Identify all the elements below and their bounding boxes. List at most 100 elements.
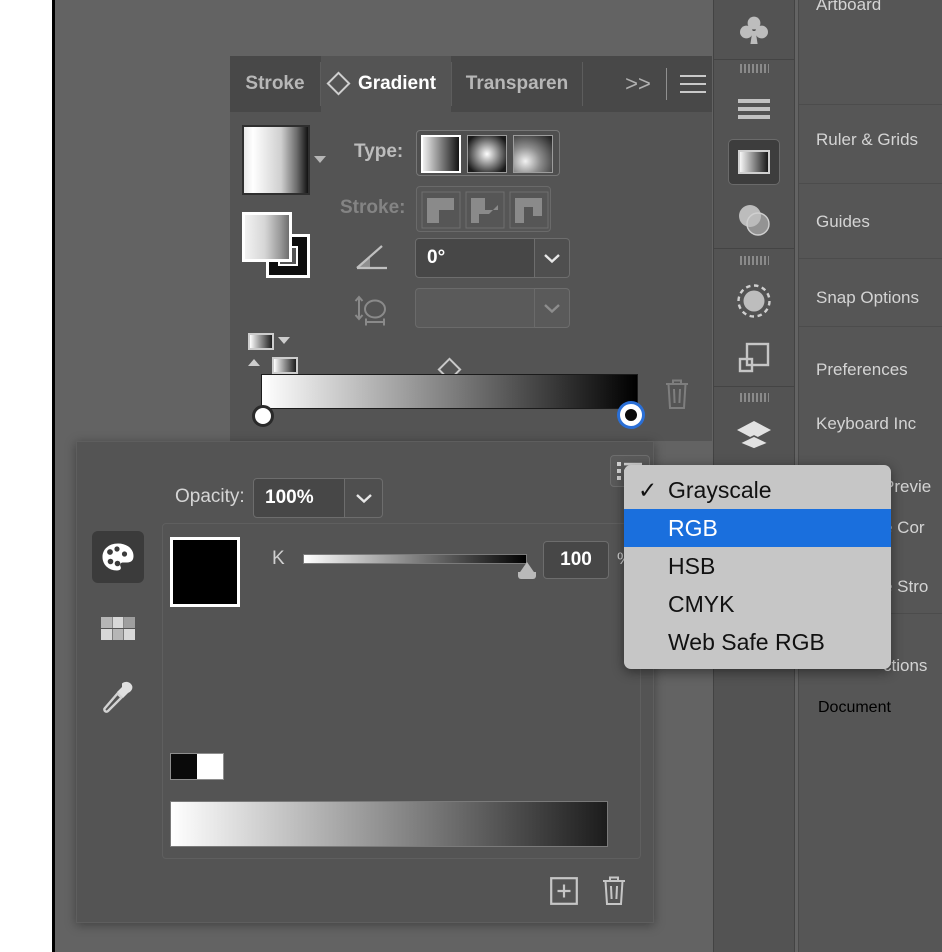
palette-icon [102, 543, 134, 571]
rail-separator [714, 386, 794, 387]
menu-separator [799, 258, 942, 259]
type-radial-option[interactable] [467, 135, 507, 173]
artboard-canvas [0, 0, 52, 952]
symbols-panel-button[interactable] [728, 8, 780, 54]
aspect-ratio-icon [354, 295, 386, 326]
fill-indicator-box[interactable] [242, 212, 292, 262]
gradient-panel: Stroke Gradient Transparen >> Type: Stro… [230, 56, 712, 441]
channel-value-k[interactable]: 100 [543, 541, 609, 579]
trash-icon[interactable] [662, 377, 692, 411]
aspect-ratio-dropdown-button[interactable] [535, 288, 570, 328]
tab-transparency[interactable]: Transparen [452, 56, 582, 112]
type-linear-option[interactable] [421, 135, 461, 173]
layers-panel-button[interactable] [728, 412, 780, 458]
checkmark-icon: ✓ [638, 476, 658, 503]
menu-item-hsb[interactable]: HSB [624, 547, 891, 585]
dashed-circle-icon [737, 284, 771, 318]
color-mode-dropdown-menu[interactable]: ✓ Grayscale RGB HSB CMYK Web Safe RGB [624, 465, 891, 669]
menu-item-grayscale[interactable]: ✓ Grayscale [624, 471, 891, 509]
eyedropper-icon [103, 681, 133, 713]
white-swatch[interactable] [197, 754, 223, 779]
menu-row-preferences[interactable]: Preferences [799, 353, 942, 387]
tab-stroke[interactable]: Stroke [230, 56, 320, 112]
active-color-swatch[interactable] [170, 537, 240, 607]
panel-overflow-button[interactable]: >> [608, 56, 668, 112]
layers-stack-icon [737, 421, 771, 450]
gradient-stop-end[interactable] [620, 404, 642, 426]
menu-item-label: RGB [668, 514, 718, 541]
menu-separator [799, 104, 942, 105]
menu-item-label: Web Safe RGB [668, 628, 825, 655]
menu-item-web-safe-rgb[interactable]: Web Safe RGB [624, 623, 891, 661]
angle-icon [356, 245, 387, 270]
black-swatch[interactable] [171, 754, 197, 779]
chevron-down-icon [355, 494, 372, 504]
stroke-segment-group [416, 186, 551, 232]
document-button[interactable]: Document [818, 699, 942, 735]
gradient-swatch-icon [738, 150, 770, 174]
swatches-grid-icon [101, 617, 135, 640]
transparency-panel-button[interactable] [728, 197, 780, 243]
hamburger-icon[interactable] [680, 75, 706, 93]
rail-separator [714, 248, 794, 249]
channel-slider-k[interactable] [303, 554, 527, 564]
delete-swatch-button[interactable] [600, 874, 628, 906]
club-shape-icon [740, 16, 768, 44]
new-color-group-button[interactable] [550, 877, 578, 905]
stroke-label: Stroke: [340, 197, 406, 218]
menu-separator [799, 326, 942, 327]
color-panel: Opacity: 100% [76, 441, 654, 923]
stroke-within-icon[interactable] [421, 191, 461, 229]
menu-row-keyboard-increments[interactable]: Keyboard Inc [799, 407, 942, 441]
aspect-ratio-field[interactable] [415, 288, 535, 328]
angle-dropdown-button[interactable] [535, 238, 570, 278]
align-lines-icon [738, 99, 770, 119]
stroke-across-icon[interactable] [509, 191, 549, 229]
gradient-stop-start[interactable] [252, 405, 274, 427]
rail-drag-grip[interactable] [740, 393, 769, 402]
rail-separator [714, 59, 794, 60]
type-freeform-option[interactable] [513, 135, 553, 173]
rail-drag-grip[interactable] [740, 256, 769, 265]
menu-separator [799, 183, 942, 184]
gradient-fill-swatch[interactable] [242, 125, 310, 195]
type-label: Type: [354, 141, 404, 162]
gradient-fill-stroke-toggle[interactable] [248, 333, 302, 377]
menu-item-label: HSB [668, 552, 716, 579]
chevron-down-icon [544, 254, 560, 264]
paragraph-panel-button[interactable] [728, 86, 780, 132]
eyedropper-tool[interactable] [92, 671, 144, 723]
opacity-label: Opacity: [175, 486, 245, 507]
rail-drag-grip[interactable] [740, 64, 769, 73]
pathfinder-shapes-icon [738, 342, 770, 373]
opacity-dropdown-button[interactable] [345, 478, 383, 518]
menu-item-label: CMYK [668, 590, 735, 617]
tab-divider [666, 68, 667, 100]
menu-item-label: Grayscale [668, 476, 772, 503]
black-white-swatch[interactable] [170, 753, 224, 780]
angle-field[interactable]: 0° [415, 238, 535, 278]
tab-divider [582, 62, 583, 106]
chevron-down-icon [544, 304, 560, 314]
chevron-down-icon[interactable] [314, 156, 326, 163]
stroke-panel-button[interactable] [728, 278, 780, 324]
fill-stroke-indicator[interactable] [242, 212, 312, 278]
type-segment-group [416, 130, 560, 176]
channel-label-k: K [272, 548, 285, 569]
transparency-circles-icon [739, 205, 770, 236]
gradient-slider-strip[interactable] [261, 374, 638, 409]
menu-row-ruler-grids[interactable]: Ruler & Grids [799, 123, 942, 157]
menu-item-cmyk[interactable]: CMYK [624, 585, 891, 623]
menu-item-rgb[interactable]: RGB [624, 509, 891, 547]
menu-row-guides[interactable]: Guides [799, 205, 942, 239]
color-spectrum-ramp[interactable] [170, 801, 608, 847]
menu-row-artboard[interactable]: Artboard [799, 0, 942, 22]
stroke-centered-icon[interactable] [465, 191, 505, 229]
channel-slider-thumb-base-k [518, 572, 536, 579]
gradient-panel-button[interactable] [728, 139, 780, 185]
swatches-tool[interactable] [92, 603, 144, 655]
pathfinder-panel-button[interactable] [728, 335, 780, 381]
opacity-field[interactable]: 100% [253, 478, 345, 518]
menu-row-snap-options[interactable]: Snap Options [799, 281, 942, 315]
color-tool[interactable] [92, 531, 144, 583]
